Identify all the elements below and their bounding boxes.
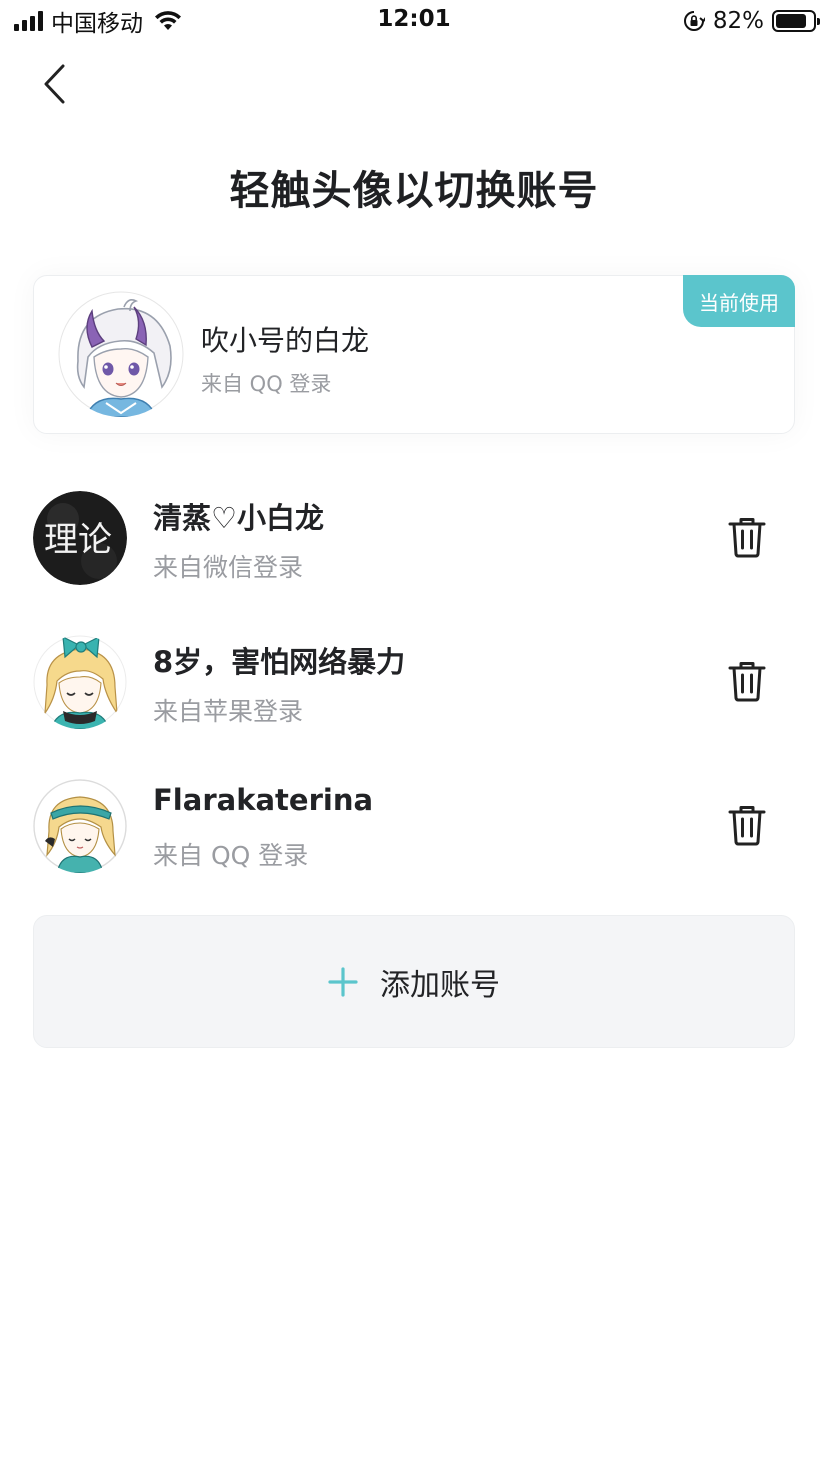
- delete-account-button[interactable]: [724, 513, 770, 561]
- trash-icon: [728, 518, 766, 558]
- account-name: 8岁，害怕网络暴力: [153, 645, 406, 679]
- anime-avatar-white-dragon: [58, 291, 184, 417]
- text-avatar-dark: 理论: [33, 491, 127, 585]
- page-title: 轻触头像以切换账号: [229, 168, 599, 214]
- current-account-name: 吹小号的白龙: [201, 324, 370, 357]
- account-name: Flarakaterina: [153, 783, 374, 817]
- battery-cap: [817, 18, 820, 25]
- account-source: 来自 QQ 登录: [153, 841, 309, 870]
- battery-percent: 82%: [712, 8, 764, 34]
- current-account-avatar: [58, 291, 184, 417]
- delete-account-button[interactable]: [724, 801, 770, 849]
- status-bar: 中国移动 12:01 82%: [0, 0, 828, 44]
- plus-icon: [328, 966, 358, 997]
- account-source: 来自苹果登录: [153, 697, 304, 726]
- account-avatar[interactable]: [33, 635, 127, 729]
- account-row[interactable]: Flarakaterina 来自 QQ 登录: [0, 779, 828, 923]
- account-row[interactable]: 理论 清蒸♡小白龙 来自微信登录: [0, 491, 828, 635]
- status-right: 82%: [683, 6, 820, 36]
- current-account-badge: 当前使用: [683, 275, 795, 327]
- anime-avatar-blonde-ribbon: [33, 635, 127, 729]
- battery-fill: [776, 14, 806, 28]
- chevron-left-icon: [44, 64, 65, 104]
- account-name: 清蒸♡小白龙: [153, 501, 324, 535]
- add-account-button[interactable]: 添加账号: [33, 915, 795, 1048]
- account-row[interactable]: 8岁，害怕网络暴力 来自苹果登录: [0, 635, 828, 779]
- back-button[interactable]: [32, 60, 76, 108]
- current-account-source: 来自 QQ 登录: [201, 372, 332, 396]
- current-account-card[interactable]: 吹小号的白龙 来自 QQ 登录 当前使用: [33, 275, 795, 434]
- avatar-text: 理论: [44, 520, 112, 560]
- add-account-label: 添加账号: [380, 967, 500, 1003]
- account-source: 来自微信登录: [153, 553, 304, 582]
- anime-avatar-blonde-headband: [33, 779, 127, 873]
- trash-icon: [728, 806, 766, 846]
- account-avatar[interactable]: [33, 779, 127, 873]
- delete-account-button[interactable]: [724, 657, 770, 705]
- orientation-lock-icon: [683, 11, 705, 31]
- trash-icon: [728, 662, 766, 702]
- battery-icon: [772, 10, 820, 32]
- account-avatar[interactable]: 理论: [33, 491, 127, 585]
- switch-account-screen: 中国移动 12:01 82% 轻触头像以切换账号 吹小号的白龙 来自 QQ 登录…: [0, 0, 828, 1472]
